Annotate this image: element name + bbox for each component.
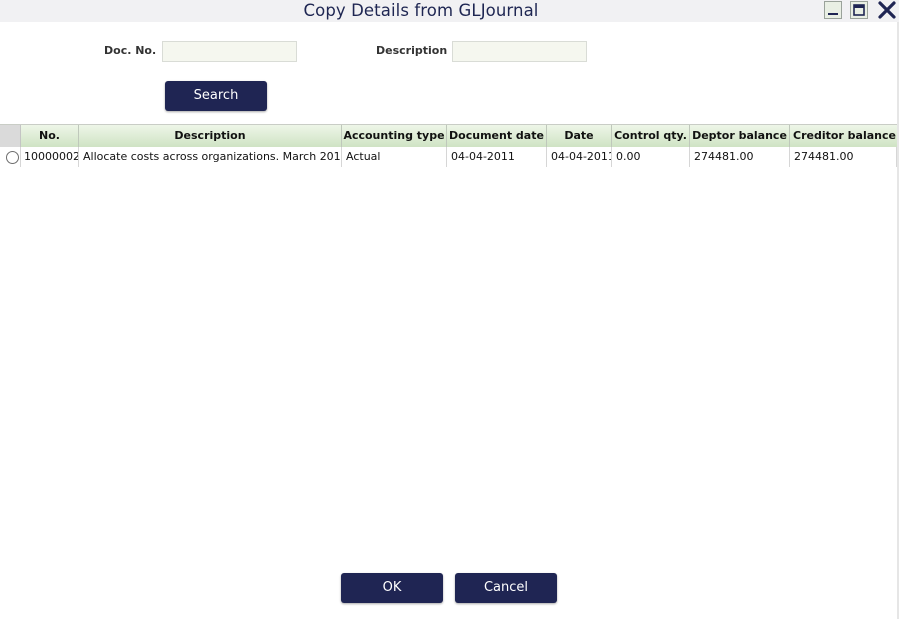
cell-deptor-balance: 274481.00 bbox=[690, 147, 790, 167]
minimize-icon bbox=[828, 13, 838, 15]
column-header-document-date[interactable]: Document date bbox=[447, 125, 547, 147]
row-select-cell[interactable] bbox=[0, 147, 21, 167]
ok-button[interactable]: OK bbox=[341, 573, 443, 603]
row-radio-button[interactable] bbox=[6, 151, 19, 164]
column-header-date[interactable]: Date bbox=[547, 125, 612, 147]
cell-creditor-balance: 274481.00 bbox=[790, 147, 897, 167]
select-column-header bbox=[0, 125, 21, 147]
description-label: Description bbox=[376, 44, 448, 57]
description-input[interactable] bbox=[452, 41, 587, 62]
title-bar: Copy Details from GLJournal bbox=[0, 0, 899, 22]
column-header-description[interactable]: Description bbox=[79, 125, 342, 147]
column-header-control-qty[interactable]: Control qty. bbox=[612, 125, 690, 147]
results-grid: No. Description Accounting type Document… bbox=[0, 124, 899, 167]
window-title: Copy Details from GLJournal bbox=[303, 1, 539, 20]
column-header-no[interactable]: No. bbox=[21, 125, 79, 147]
cell-description: Allocate costs across organizations. Mar… bbox=[79, 147, 342, 167]
cell-date: 04-04-2011 bbox=[547, 147, 612, 167]
cell-no: 10000002 bbox=[21, 147, 79, 167]
doc-no-label: Doc. No. bbox=[104, 44, 157, 57]
close-button[interactable] bbox=[877, 1, 897, 20]
column-header-accounting-type[interactable]: Accounting type bbox=[342, 125, 447, 147]
maximize-icon bbox=[853, 4, 865, 16]
search-button[interactable]: Search bbox=[165, 81, 267, 111]
column-header-creditor-balance[interactable]: Creditor balance bbox=[790, 125, 899, 147]
doc-no-input[interactable] bbox=[162, 41, 297, 62]
grid-header: No. Description Accounting type Document… bbox=[0, 125, 899, 147]
maximize-button[interactable] bbox=[850, 1, 868, 19]
cancel-button[interactable]: Cancel bbox=[455, 573, 557, 603]
column-header-deptor-balance[interactable]: Deptor balance bbox=[690, 125, 790, 147]
table-row[interactable]: 10000002 Allocate costs across organizat… bbox=[0, 147, 899, 167]
cell-control-qty: 0.00 bbox=[612, 147, 690, 167]
close-icon bbox=[878, 1, 896, 19]
minimize-button[interactable] bbox=[824, 1, 842, 19]
cell-document-date: 04-04-2011 bbox=[447, 147, 547, 167]
cell-accounting-type: Actual bbox=[342, 147, 447, 167]
